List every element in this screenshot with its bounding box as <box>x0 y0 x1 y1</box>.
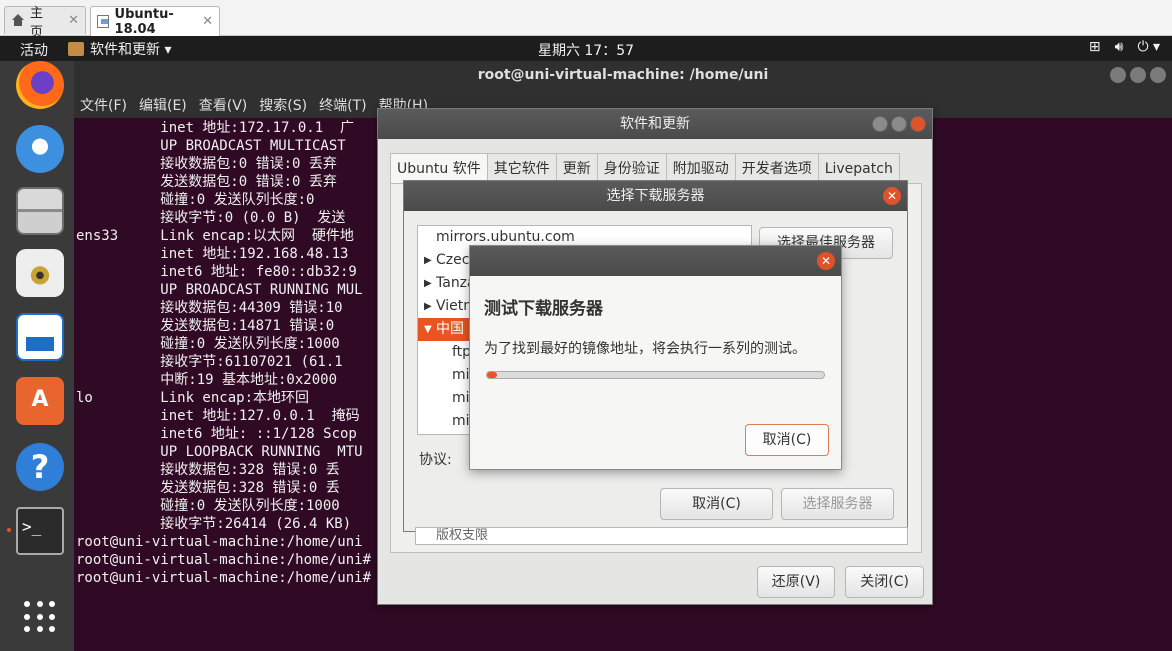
test-server-dialog: ✕ 测试下载服务器 为了找到最好的镜像地址，将会执行一系列的测试。 取消(C) <box>469 245 842 470</box>
close-icon[interactable] <box>910 116 926 132</box>
system-tray[interactable]: ⊞ 🔊︎ ⏻ ▾ <box>1089 39 1160 55</box>
revert-button[interactable]: 还原(V) <box>756 566 836 598</box>
menu-terminal[interactable]: 终端(T) <box>319 95 366 114</box>
protocol-label: 协议: <box>419 452 452 468</box>
thunderbird-icon[interactable] <box>16 125 64 173</box>
clock[interactable]: 星期六 17：57 <box>0 40 1172 60</box>
software-center-icon[interactable] <box>16 377 64 425</box>
window-titlebar[interactable]: 软件和更新 <box>378 109 932 139</box>
terminal-icon[interactable]: >_ <box>16 507 64 555</box>
tab-developer-options[interactable]: 开发者选项 <box>734 153 818 183</box>
list-item-label: mirrors.ubuntu.com <box>436 229 575 245</box>
dialog-titlebar[interactable]: ✕ <box>470 246 841 276</box>
close-icon[interactable]: ✕ <box>202 14 213 29</box>
progress-fill <box>487 372 498 378</box>
dialog-title: 选择下载服务器 <box>606 188 705 204</box>
terminal-titlebar[interactable]: root@uni-virtual-machine: /home/uni <box>74 61 1172 90</box>
network-icon[interactable]: ⊞ <box>1089 39 1101 55</box>
dialog-titlebar[interactable]: 选择下载服务器 ✕ <box>404 181 907 211</box>
minimize-icon[interactable] <box>872 116 888 132</box>
volume-icon[interactable]: 🔊︎ <box>1115 39 1124 55</box>
cancel-button[interactable]: 取消(C) <box>660 488 773 520</box>
dialog-message: 为了找到最好的镜像地址，将会执行一系列的测试。 <box>484 341 806 357</box>
tab-bar: Ubuntu 软件 其它软件 更新 身份验证 附加驱动 开发者选项 Livepa… <box>390 153 900 183</box>
cancel-button[interactable]: 取消(C) <box>745 424 829 456</box>
host-tab-label: Ubuntu-18.04 <box>114 6 174 37</box>
list-item-label: mi <box>452 413 470 429</box>
home-icon <box>11 14 24 27</box>
writer-icon[interactable] <box>16 313 64 361</box>
tab-other-software[interactable]: 其它软件 <box>486 153 556 183</box>
help-icon[interactable]: ? <box>16 443 64 491</box>
list-item-label: Vietn <box>436 298 473 314</box>
tab-updates[interactable]: 更新 <box>555 153 597 183</box>
menu-view[interactable]: 查看(V) <box>199 95 248 114</box>
menu-file[interactable]: 文件(F) <box>80 95 127 114</box>
list-item-label: 中国 <box>436 321 464 337</box>
list-item-label: mi <box>452 367 470 383</box>
host-tab-ubuntu[interactable]: Ubuntu-18.04 ✕ <box>90 6 220 37</box>
close-button[interactable]: 关闭(C) <box>845 566 924 598</box>
maximize-icon[interactable] <box>1130 67 1146 83</box>
minimize-icon[interactable] <box>1110 67 1126 83</box>
host-tab-bar: 主页 ✕ Ubuntu-18.04 ✕ <box>0 0 1172 40</box>
window-title: 软件和更新 <box>620 116 690 132</box>
footer-text: 版权支限 <box>436 528 489 543</box>
expander-icon[interactable]: ▶ <box>424 295 432 318</box>
running-indicator <box>7 528 11 532</box>
list-item-label: mi <box>452 390 470 406</box>
expander-icon[interactable]: ▶ <box>424 272 432 295</box>
tab-ubuntu-software[interactable]: Ubuntu 软件 <box>390 153 487 183</box>
firefox-icon[interactable] <box>16 61 64 109</box>
maximize-icon[interactable] <box>891 116 907 132</box>
tab-additional-drivers[interactable]: 附加驱动 <box>665 153 735 183</box>
menu-search[interactable]: 搜索(S) <box>259 95 307 114</box>
expander-icon[interactable]: ▶ <box>424 249 432 272</box>
power-icon[interactable]: ⏻ ▾ <box>1137 39 1160 55</box>
progress-bar <box>486 371 825 379</box>
files-icon[interactable] <box>16 187 64 235</box>
select-server-button[interactable]: 选择服务器(S) <box>781 488 894 542</box>
dock: ? >_ <box>0 61 74 651</box>
menu-edit[interactable]: 编辑(E) <box>139 95 187 114</box>
expander-open-icon[interactable]: ▼ <box>424 318 432 341</box>
close-icon[interactable] <box>1150 67 1166 83</box>
host-tab-home[interactable]: 主页 ✕ <box>4 6 86 40</box>
top-panel: 活动 软件和更新 ▾ 星期六 17：57 ⊞ 🔊︎ ⏻ ▾ <box>0 36 1172 61</box>
vm-icon <box>97 15 109 28</box>
dialog-heading: 测试下载服务器 <box>484 299 603 319</box>
tab-authentication[interactable]: 身份验证 <box>596 153 666 183</box>
show-apps-icon[interactable] <box>24 601 56 633</box>
terminal-title: root@uni-virtual-machine: /home/uni <box>477 67 769 83</box>
tab-livepatch[interactable]: Livepatch <box>817 153 900 183</box>
close-icon[interactable]: ✕ <box>817 252 835 270</box>
host-tab-label: 主页 <box>29 5 43 40</box>
rhythmbox-icon[interactable] <box>16 249 64 297</box>
close-icon[interactable]: ✕ <box>883 187 901 205</box>
close-icon[interactable]: ✕ <box>68 13 79 28</box>
footer-strip: 版权支限 <box>415 527 908 545</box>
